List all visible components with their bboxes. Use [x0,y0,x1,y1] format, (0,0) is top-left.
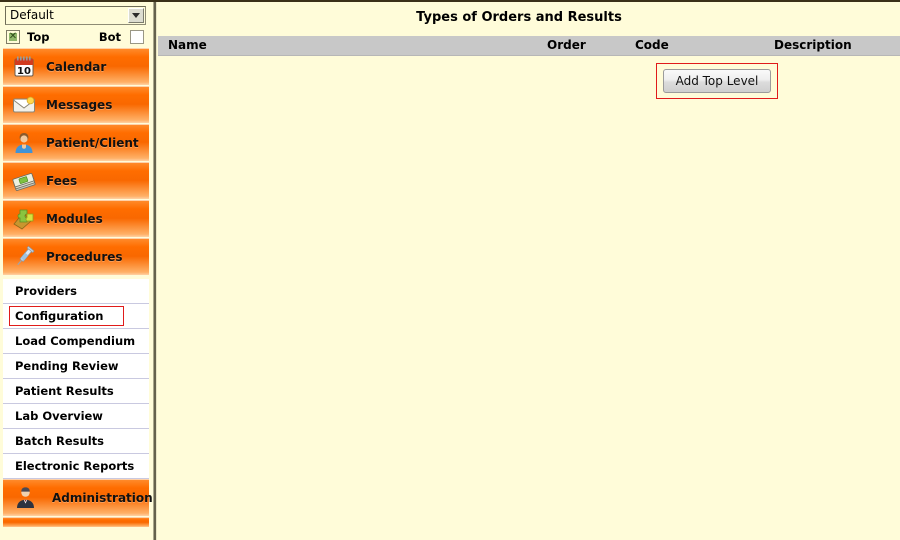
sidebar-subitem-label: Electronic Reports [15,459,135,473]
top-checkbox-label: Top [27,30,50,44]
sidebar-item-lab-overview[interactable]: Lab Overview [3,404,149,429]
envelope-icon [11,92,37,118]
clinic-select[interactable]: Default [5,6,146,25]
column-header-order[interactable]: Order [547,38,586,52]
sidebar-subitem-label: Patient Results [15,384,114,398]
sidebar-item-label: Modules [46,212,103,226]
sidebar-item-providers[interactable]: Providers [3,279,149,304]
sidebar-item-label: Procedures [46,250,123,264]
chevron-down-icon[interactable] [128,8,144,23]
sidebar-item-procedures[interactable]: Procedures [3,238,149,275]
sidebar-item-pending-review[interactable]: Pending Review [3,354,149,379]
sidebar-item-calendar[interactable]: 10 Calendar [3,48,149,85]
sidebar-item-label: Administration [52,491,152,505]
sidebar-item-label: Patient/Client [46,136,139,150]
sidebar-subitem-label: Pending Review [15,359,119,373]
person-icon [11,130,37,156]
sidebar-item-label: Fees [46,174,78,188]
sidebar-item-label: Messages [46,98,113,112]
sidebar-item-electronic-reports[interactable]: Electronic Reports [3,454,149,479]
sidebar-item-patient-client[interactable]: Patient/Client [3,124,149,161]
checkbox-mark: ✕ [8,31,18,42]
table-header-row: Name Order Code Description [158,36,900,56]
column-header-name[interactable]: Name [168,38,207,52]
sidebar-subitem-label: Batch Results [15,434,105,448]
sidebar-item-administration[interactable]: Administration [3,479,152,516]
money-icon [11,168,37,194]
page-title: Types of Orders and Results [416,10,622,25]
add-top-level-button[interactable]: Add Top Level [663,69,771,93]
sidebar-item-next-partial[interactable] [3,517,149,527]
puzzle-icon [11,206,37,232]
sidebar-item-patient-results[interactable]: Patient Results [3,379,149,404]
sidebar-subitem-label: Providers [15,284,77,298]
top-checkbox[interactable]: ✕ [6,30,20,44]
sidebar-item-messages[interactable]: Messages [3,86,149,123]
svg-text:10: 10 [17,66,31,77]
bot-checkbox[interactable] [130,30,144,44]
application-window: Default ✕ Top Bot 10 Calendar Messages P… [0,0,900,540]
sidebar-item-label: Calendar [46,60,107,74]
suit-person-icon [13,485,39,511]
sidebar-subitem-label: Load Compendium [15,334,136,348]
sidebar-subitem-label: Configuration [15,309,104,323]
add-top-level-focus-outline: Add Top Level [656,63,778,99]
dock-toggle-row: ✕ Top Bot [0,26,152,48]
sidebar-item-batch-results[interactable]: Batch Results [3,429,149,454]
clinic-select-row: Default [0,2,152,26]
sidebar-item-modules[interactable]: Modules [3,200,149,237]
syringe-icon [11,244,37,270]
column-header-code[interactable]: Code [635,38,669,52]
calendar-icon: 10 [11,54,37,80]
main-content: Types of Orders and Results Name Order C… [158,2,900,540]
sidebar-item-fees[interactable]: Fees [3,162,149,199]
bot-checkbox-label: Bot [98,30,121,44]
sidebar-item-configuration[interactable]: Configuration [3,304,149,329]
column-header-description[interactable]: Description [774,38,852,52]
sidebar: Default ✕ Top Bot 10 Calendar Messages P… [0,2,152,540]
table-body: Add Top Level [158,56,900,518]
sidebar-subitem-label: Lab Overview [15,409,103,423]
sidebar-item-load-compendium[interactable]: Load Compendium [3,329,149,354]
clinic-select-value: Default [10,8,54,22]
